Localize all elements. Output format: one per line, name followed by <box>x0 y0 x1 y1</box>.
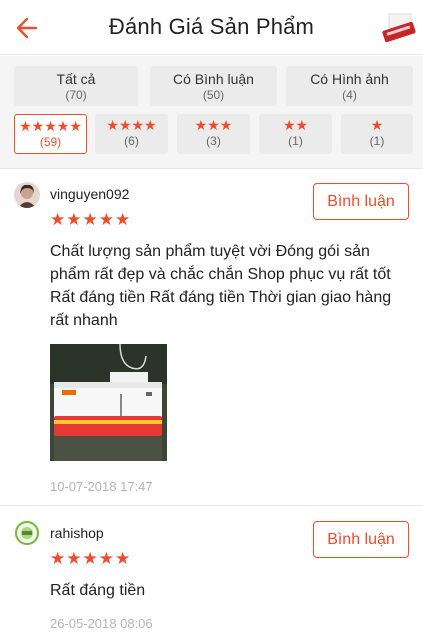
star-rating-icon: ★★ <box>282 117 309 133</box>
page-title: Đánh Giá Sản Phẩm <box>108 14 315 39</box>
avatar[interactable] <box>14 520 40 546</box>
review-username: rahishop <box>50 525 104 541</box>
review-comment: Rất đáng tiền <box>50 582 146 599</box>
tab-count: (4) <box>342 88 357 102</box>
review-item: rahishop ★★★★★ Bình luận Rất đáng tiền 2… <box>0 506 423 640</box>
filter-4-stars[interactable]: ★★★★ (6) <box>95 114 168 154</box>
product-thumbnail[interactable] <box>379 8 419 48</box>
filter-3-stars[interactable]: ★★★ (3) <box>177 114 250 154</box>
filter-5-stars[interactable]: ★★★★★ (59) <box>14 114 87 154</box>
header-bar: Đánh Giá Sản Phẩm <box>0 0 423 55</box>
filter-count: (1) <box>369 134 385 148</box>
tab-with-photos[interactable]: Có Hình ảnh (4) <box>286 66 413 106</box>
star-rating-icon: ★ <box>370 117 384 133</box>
review-date: 10-07-2018 17:47 <box>50 479 153 494</box>
tab-all[interactable]: Tất cả (70) <box>14 66 138 106</box>
review-filters: Tất cả (70) Có Bình luận (50) Có Hình ản… <box>0 56 423 168</box>
review-username: vinguyen092 <box>50 186 130 202</box>
tab-count: (50) <box>202 88 225 102</box>
review-date: 26-05-2018 08:06 <box>50 616 153 631</box>
comment-button[interactable]: Bình luận <box>313 183 409 220</box>
comment-button[interactable]: Bình luận <box>313 521 409 558</box>
tab-count: (70) <box>65 88 87 102</box>
filter-count: (3) <box>206 134 221 148</box>
avatar[interactable] <box>14 182 40 208</box>
star-rating-icon: ★★★★★ <box>50 210 132 229</box>
star-rating-icon: ★★★ <box>194 117 233 133</box>
tab-with-comments[interactable]: Có Bình luận (50) <box>150 66 277 106</box>
filter-1-star[interactable]: ★ (1) <box>341 114 413 154</box>
review-item: vinguyen092 ★★★★★ Bình luận Chất lượng s… <box>0 169 423 505</box>
tab-label: Tất cả <box>56 71 96 87</box>
star-rating-icon: ★★★★★ <box>19 118 82 134</box>
tab-label: Có Bình luận <box>173 71 254 87</box>
filter-count: (1) <box>288 134 303 148</box>
filter-count: (6) <box>124 134 139 148</box>
star-rating-icon: ★★★★★ <box>50 549 132 568</box>
filter-2-stars[interactable]: ★★ (1) <box>259 114 332 154</box>
review-photo[interactable] <box>50 343 167 461</box>
tab-label: Có Hình ảnh <box>310 71 389 87</box>
star-rating-icon: ★★★★ <box>106 117 157 133</box>
filter-count: (59) <box>39 135 62 149</box>
review-comment: Chất lượng sản phẩm tuyệt vời Đóng gói s… <box>50 243 392 329</box>
